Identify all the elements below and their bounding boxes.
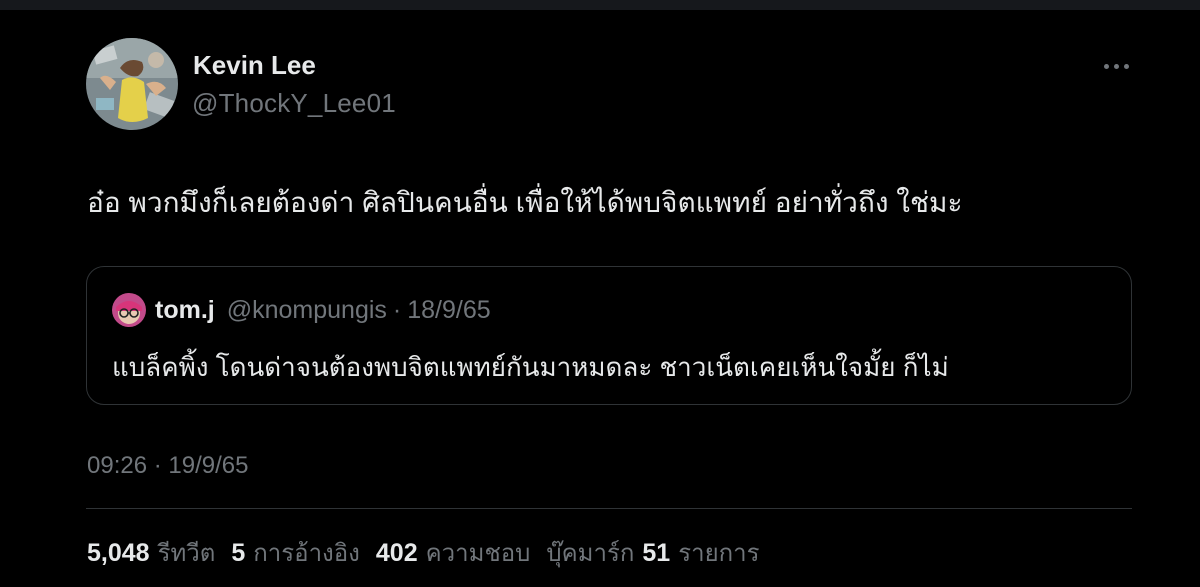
likes-stat[interactable]: 402 ความชอบ [376, 533, 530, 572]
top-strip [0, 0, 1200, 10]
bookmarks-label: รายการ [678, 540, 760, 567]
quote-separator: · [392, 295, 402, 324]
author-avatar-image [86, 38, 178, 130]
quote-avatar-image [112, 293, 146, 327]
tweet-date[interactable]: 19/9/65 [168, 452, 248, 479]
likes-label: ความชอบ [425, 540, 531, 567]
more-horizontal-icon-dot [1123, 63, 1129, 69]
retweets-label: รีทวีต [157, 540, 216, 567]
bookmarks-count: 51 [642, 539, 671, 567]
tweet-card: Kevin Lee @ThockY_Lee01 อ๋อ พวกมึงก็เลยต… [0, 10, 1200, 587]
tweet-text: อ๋อ พวกมึงก็เลยต้องด่า ศิลปินคนอื่น เพื่… [87, 187, 963, 218]
quotes-label: การอ้างอิง [253, 540, 360, 567]
quote-author-avatar[interactable] [112, 293, 146, 327]
quoted-tweet[interactable]: tom.j @knompungis · 18/9/65 แบล็คพิ้ง โด… [86, 266, 1132, 405]
likes-count: 402 [375, 539, 418, 567]
engagement-stats: 5,048 รีทวีต 5 การอ้างอิง 402 ความชอบ บุ… [87, 533, 776, 567]
bookmarks-prefix: บุ๊คมาร์ก [546, 540, 635, 567]
stats-divider [86, 508, 1132, 509]
timestamp-separator: · [153, 452, 162, 479]
quote-author-name[interactable]: tom.j [155, 296, 215, 325]
tweet-time[interactable]: 09:26 [87, 452, 147, 479]
tweet-timestamp: 09:26 · 19/9/65 [87, 452, 248, 480]
author-display-name[interactable]: Kevin Lee [193, 50, 316, 81]
retweets-count: 5,048 [87, 539, 150, 567]
quote-header: tom.j @knompungis · 18/9/65 [155, 293, 491, 327]
more-horizontal-icon-dot [1113, 63, 1119, 69]
quote-author-handle[interactable]: @knompungis [227, 296, 387, 325]
more-horizontal-icon [1103, 63, 1109, 69]
retweets-stat[interactable]: 5,048 รีทวีต [87, 533, 215, 572]
bookmarks-stat[interactable]: บุ๊คมาร์ก 51 รายการ [546, 533, 759, 572]
author-handle[interactable]: @ThockY_Lee01 [192, 88, 396, 119]
quote-text: แบล็คพิ้ง โดนด่าจนต้องพบจิตแพทย์กันมาหมด… [112, 352, 949, 382]
quotes-stat[interactable]: 5 การอ้างอิง [231, 533, 360, 572]
quotes-count: 5 [231, 539, 246, 567]
author-avatar[interactable] [86, 38, 178, 130]
more-options-button[interactable] [1096, 54, 1136, 78]
quote-date[interactable]: 18/9/65 [407, 296, 490, 325]
